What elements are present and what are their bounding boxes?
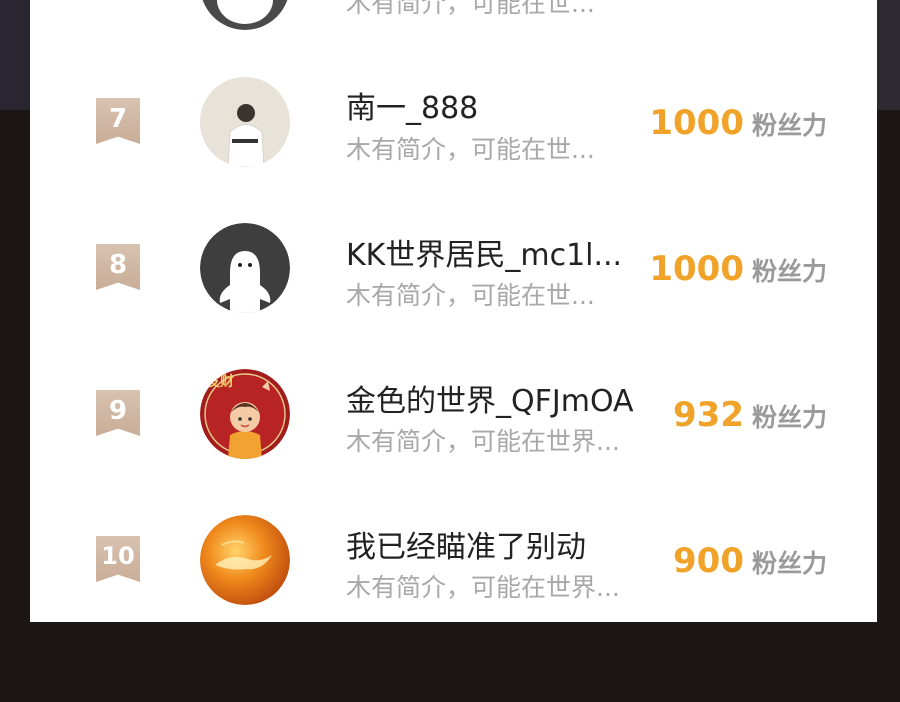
score-value: 1000 bbox=[649, 249, 744, 289]
score-unit: 粉丝力 bbox=[751, 403, 827, 432]
list-item[interactable]: 10 我已经瞄准了别动 木有简介，可能在世界... 900 粉丝力 bbox=[30, 514, 877, 614]
list-item[interactable]: 9 发财 金色的世界_QFJmOA 木有简介，可能在世界... 932 粉丝力 bbox=[30, 368, 877, 468]
rank-badge: 7 bbox=[96, 98, 140, 144]
rank-badge: 9 bbox=[96, 390, 140, 436]
fan-power-score: 1000 粉丝力 bbox=[649, 103, 827, 143]
user-bio: 木有简介，可能在世... bbox=[346, 0, 595, 18]
user-name[interactable]: 南一_888 bbox=[346, 83, 478, 127]
fan-power-score: 900 粉丝力 bbox=[673, 541, 827, 581]
list-item[interactable]: 8 KK世界居民_mc1l... 木有简介，可能在世... 1000 粉丝力 bbox=[30, 222, 877, 322]
score-value: 900 bbox=[673, 541, 744, 581]
ghost-avatar-icon bbox=[200, 223, 290, 313]
avatar-badge-text: 发财 bbox=[206, 374, 234, 390]
user-name[interactable]: 我已经瞄准了别动 bbox=[346, 522, 586, 566]
person-photo-icon bbox=[200, 77, 290, 167]
avatar[interactable] bbox=[200, 515, 290, 605]
user-name[interactable]: KK世界居民_mc1l... bbox=[346, 230, 622, 274]
score-value: 932 bbox=[673, 395, 744, 435]
list-item[interactable]: 木有简介，可能在世... bbox=[30, 0, 877, 40]
score-unit: 粉丝力 bbox=[751, 257, 827, 286]
fan-ranking-list: 木有简介，可能在世... 7 南一_888 木有简介，可能在世... 1000 … bbox=[30, 0, 877, 622]
user-bio: 木有简介，可能在世界... bbox=[346, 573, 620, 602]
fan-power-score: 932 粉丝力 bbox=[673, 395, 827, 435]
avatar[interactable] bbox=[200, 223, 290, 313]
user-name[interactable]: 金色的世界_QFJmOA bbox=[346, 376, 634, 420]
list-item[interactable]: 7 南一_888 木有简介，可能在世... 1000 粉丝力 bbox=[30, 75, 877, 175]
score-unit: 粉丝力 bbox=[751, 111, 827, 140]
earth-photo-icon bbox=[200, 515, 290, 605]
score-unit: 粉丝力 bbox=[751, 549, 827, 578]
rank-badge: 8 bbox=[96, 244, 140, 290]
avatar[interactable]: 发财 bbox=[200, 369, 290, 459]
fan-power-score: 1000 粉丝力 bbox=[649, 249, 827, 289]
avatar[interactable] bbox=[200, 77, 290, 167]
score-value: 1000 bbox=[649, 103, 744, 143]
user-bio: 木有简介，可能在世... bbox=[346, 281, 595, 310]
user-bio: 木有简介，可能在世界... bbox=[346, 427, 620, 456]
rank-badge: 10 bbox=[96, 536, 140, 582]
bottom-background bbox=[0, 622, 900, 702]
avatar[interactable] bbox=[200, 0, 290, 30]
user-bio: 木有简介，可能在世... bbox=[346, 135, 595, 164]
